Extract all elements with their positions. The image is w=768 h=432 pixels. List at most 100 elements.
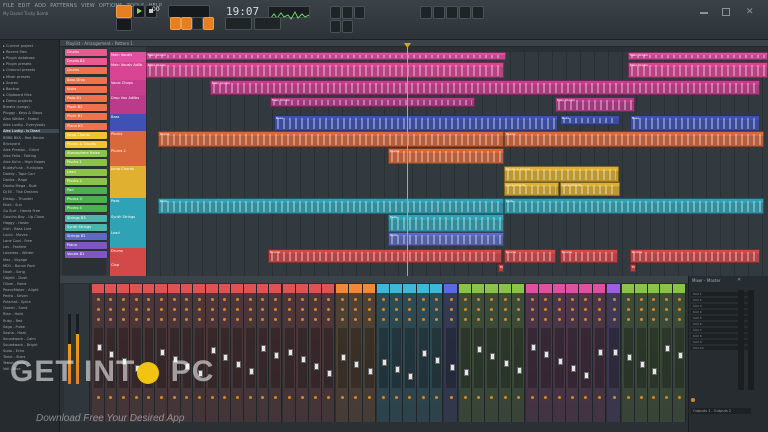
- pan-knob[interactable]: [109, 308, 113, 311]
- mixer-track[interactable]: [607, 284, 621, 422]
- pan-knob[interactable]: [408, 308, 412, 311]
- mixer-track[interactable]: [244, 284, 257, 422]
- browser-item[interactable]: Oliver - Bend: [3, 282, 59, 286]
- pan-knob[interactable]: [639, 318, 643, 321]
- send-knob[interactable]: [314, 396, 317, 399]
- pan-knob[interactable]: [210, 318, 214, 321]
- browser-item[interactable]: Ekali - Sun: [3, 203, 59, 207]
- pan-knob[interactable]: [464, 308, 468, 311]
- pan-knob[interactable]: [665, 298, 669, 301]
- browser-item[interactable]: Lucid - Moves: [3, 233, 59, 237]
- mixer-track[interactable]: [539, 284, 553, 422]
- send-knob[interactable]: [612, 396, 616, 399]
- playlist-clip[interactable]: Bass: [560, 115, 620, 125]
- send-knob[interactable]: [210, 396, 214, 399]
- volume-fader[interactable]: [464, 369, 470, 376]
- menu-add[interactable]: ADD: [34, 3, 46, 9]
- browser-item[interactable]: Pluggy - Keys & Steps: [3, 111, 59, 115]
- pattern-item[interactable]: Drums: [65, 49, 107, 56]
- browser-item[interactable]: ▸ Current project: [3, 44, 59, 48]
- send-knob[interactable]: [490, 396, 494, 399]
- volume-fader[interactable]: [354, 361, 360, 368]
- volume-fader[interactable]: [274, 352, 280, 359]
- playlist-clip[interactable]: Main Vocals: [146, 52, 506, 60]
- browser-item[interactable]: Alex Lustig - Is Dead: [3, 129, 59, 134]
- pattern-item[interactable]: Plucks 1: [65, 159, 107, 167]
- browser-item[interactable]: Daddy - Tape Corr: [3, 172, 59, 176]
- mixer-track[interactable]: [269, 284, 282, 422]
- playlist-clip[interactable]: Jump Chords: [504, 182, 559, 196]
- pan-knob[interactable]: [434, 308, 438, 311]
- mixer-track[interactable]: [660, 284, 674, 422]
- browser-item[interactable]: Brickyard: [3, 142, 59, 146]
- play-button[interactable]: [133, 5, 145, 18]
- pattern-item[interactable]: Strings B2: [65, 233, 107, 240]
- playlist-clip[interactable]: Jump Chords: [560, 182, 620, 196]
- volume-fader[interactable]: [449, 364, 455, 371]
- pan-knob[interactable]: [261, 308, 265, 311]
- playlist-clip[interactable]: Plucks: [158, 131, 504, 147]
- step-icon[interactable]: [342, 20, 353, 33]
- pan-knob[interactable]: [652, 318, 656, 321]
- browser-item[interactable]: ▸ Demo projects: [3, 99, 59, 103]
- track-header[interactable]: Pads: [110, 198, 144, 214]
- send-knob[interactable]: [408, 396, 412, 399]
- pan-knob[interactable]: [665, 318, 669, 321]
- send-knob[interactable]: [341, 396, 345, 399]
- output-selector[interactable]: Outputs 1 - Outputs 2: [691, 408, 751, 414]
- browser-item[interactable]: Queen - Sand: [3, 306, 59, 310]
- mixer-track[interactable]: [579, 284, 593, 422]
- send-knob[interactable]: [626, 396, 630, 399]
- playlist-clip[interactable]: Drums: [504, 249, 556, 263]
- playlist-clip[interactable]: Pads: [504, 198, 764, 214]
- mixer-track[interactable]: [592, 284, 606, 422]
- browser-item[interactable]: Breaks (songs): [3, 105, 59, 109]
- send-knob[interactable]: [198, 396, 202, 399]
- pan-knob[interactable]: [134, 298, 138, 301]
- pattern-item[interactable]: Plucks 4: [65, 205, 107, 213]
- pan-knob[interactable]: [571, 318, 575, 321]
- send-knob[interactable]: [503, 396, 507, 399]
- pan-knob[interactable]: [449, 308, 453, 311]
- send-knob[interactable]: [678, 396, 682, 399]
- loop-icon[interactable]: [330, 20, 341, 33]
- pan-knob[interactable]: [557, 308, 561, 311]
- browser-item[interactable]: Distop - Thunder: [3, 197, 59, 201]
- track-header[interactable]: Vocal Chops: [110, 80, 144, 95]
- send-knob[interactable]: [367, 396, 371, 399]
- pan-knob[interactable]: [531, 298, 535, 301]
- mixer-track[interactable]: [231, 284, 244, 422]
- pan-knob[interactable]: [597, 298, 601, 301]
- pan-knob[interactable]: [490, 308, 494, 311]
- pan-knob[interactable]: [639, 308, 643, 311]
- mixer-track[interactable]: [309, 284, 322, 422]
- browser-item[interactable]: Soundwork - Bright: [3, 343, 59, 347]
- send-knob[interactable]: [449, 396, 453, 399]
- track-header[interactable]: Lead: [110, 230, 144, 248]
- playlist-clip[interactable]: Bass: [274, 115, 558, 131]
- send-knob[interactable]: [639, 396, 643, 399]
- volume-fader[interactable]: [531, 344, 537, 351]
- pattern-mode-button[interactable]: [116, 18, 132, 31]
- pattern-picker[interactable]: [225, 17, 252, 30]
- pattern-item[interactable]: Drums: [65, 67, 107, 75]
- volume-fader[interactable]: [584, 372, 590, 379]
- tempo-display[interactable]: 00: [152, 6, 160, 13]
- volume-fader[interactable]: [301, 356, 306, 363]
- mixer-track[interactable]: [206, 284, 219, 422]
- pan-knob[interactable]: [341, 298, 345, 301]
- playlist-view-icon[interactable]: [420, 6, 432, 19]
- pattern-item[interactable]: Pad: [65, 187, 107, 194]
- browser-item[interactable]: ▸ Clipboard files: [3, 93, 59, 97]
- volume-fader[interactable]: [665, 345, 671, 352]
- pan-knob[interactable]: [261, 318, 265, 321]
- song-mode-button[interactable]: [116, 5, 132, 18]
- send-knob[interactable]: [557, 396, 561, 399]
- mixer-track[interactable]: [647, 284, 661, 422]
- pan-knob[interactable]: [288, 298, 291, 301]
- browser-item[interactable]: Alex Preston - Grind: [3, 148, 59, 152]
- send-knob[interactable]: [354, 396, 358, 399]
- pan-knob[interactable]: [274, 308, 278, 311]
- mixer-track[interactable]: [155, 284, 168, 422]
- pan-knob[interactable]: [464, 318, 468, 321]
